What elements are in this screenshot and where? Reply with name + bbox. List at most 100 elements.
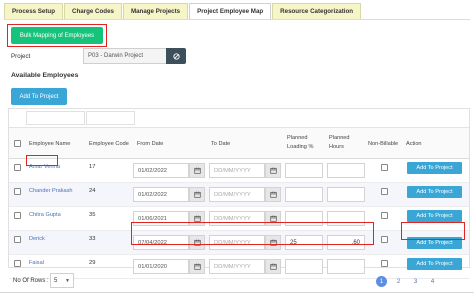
tab-bar: Process Setup Charge Codes Manage Projec…: [4, 3, 362, 19]
employee-name-link[interactable]: Faisal: [29, 260, 44, 266]
col-planned-loading-line2: Loading %: [287, 144, 314, 150]
page-3-button[interactable]: 3: [410, 276, 421, 287]
project-field[interactable]: P03 - Darwin Project: [83, 48, 166, 64]
row-checkbox[interactable]: [14, 164, 21, 171]
row-checkbox[interactable]: [14, 260, 21, 267]
add-to-project-button[interactable]: Add To Project: [11, 88, 67, 105]
from-date-calendar-button[interactable]: [189, 259, 205, 274]
calendar-icon: [193, 263, 201, 270]
row-add-to-project-button[interactable]: Add To Project: [407, 258, 462, 270]
col-employee-name[interactable]: Employee Name: [29, 140, 70, 148]
planned-loading-input[interactable]: 25: [285, 235, 323, 250]
filter-employee-code[interactable]: [86, 111, 135, 125]
planned-hours-input[interactable]: .60: [327, 235, 365, 250]
filter-row: [9, 109, 469, 127]
from-date-calendar-button[interactable]: [189, 163, 205, 178]
table-row: Chander Prakash 24 01/02/2022 DD/MM/YYYY Add…: [9, 183, 469, 207]
planned-hours-input[interactable]: [327, 163, 365, 178]
calendar-icon: [269, 215, 277, 222]
tab-manage-projects[interactable]: Manage Projects: [122, 3, 189, 19]
row-checkbox[interactable]: [14, 212, 21, 219]
col-planned-loading-line1: Planned: [287, 135, 308, 141]
col-non-billable: Non-Billable: [368, 141, 399, 147]
from-date-input[interactable]: 07/04/2022: [133, 235, 189, 250]
tab-project-employee-map[interactable]: Project Employee Map: [189, 3, 272, 19]
planned-loading-input[interactable]: [285, 259, 323, 274]
employee-name-link[interactable]: Derick: [29, 236, 45, 242]
planned-loading-input[interactable]: [285, 187, 323, 202]
employee-code: 33: [89, 236, 96, 242]
col-employee-code[interactable]: Employee Code: [89, 140, 129, 148]
employee-code: 29: [89, 260, 96, 266]
non-billable-checkbox[interactable]: [381, 188, 388, 195]
employee-code: 17: [89, 164, 96, 170]
from-date-input[interactable]: 01/06/2021: [133, 211, 189, 226]
select-all-checkbox[interactable]: [14, 140, 21, 147]
calendar-icon: [269, 263, 277, 270]
clear-project-button[interactable]: [166, 48, 186, 64]
row-add-to-project-button[interactable]: Add To Project: [407, 162, 462, 174]
to-date-calendar-button[interactable]: [265, 235, 281, 250]
from-date-input[interactable]: 01/01/2020: [133, 259, 189, 274]
bottom-divider: [0, 292, 474, 293]
col-to-date[interactable]: To Date: [211, 140, 230, 148]
employee-table: Employee Name Employee Code From Date To…: [8, 108, 470, 279]
planned-hours-input[interactable]: [327, 211, 365, 226]
planned-hours-input[interactable]: [327, 259, 365, 274]
to-date-input[interactable]: DD/MM/YYYY: [209, 235, 265, 250]
filter-employee-name[interactable]: [26, 111, 85, 125]
col-from-date[interactable]: From Date: [137, 140, 163, 148]
page-4-button[interactable]: 4: [427, 276, 438, 287]
to-date-calendar-button[interactable]: [265, 211, 281, 226]
calendar-icon: [269, 239, 277, 246]
non-billable-checkbox[interactable]: [381, 236, 388, 243]
tab-charge-codes[interactable]: Charge Codes: [64, 3, 122, 19]
row-checkbox[interactable]: [14, 188, 21, 195]
to-date-input[interactable]: DD/MM/YYYY: [209, 211, 265, 226]
rows-per-page-value: 5: [54, 277, 58, 284]
from-date-calendar-button[interactable]: [189, 235, 205, 250]
available-employees-title: Available Employees: [11, 72, 79, 79]
row-add-to-project-button[interactable]: Add To Project: [407, 237, 462, 249]
to-date-input[interactable]: DD/MM/YYYY: [209, 163, 265, 178]
page-2-button[interactable]: 2: [393, 276, 404, 287]
to-date-calendar-button[interactable]: [265, 259, 281, 274]
non-billable-checkbox[interactable]: [381, 260, 388, 267]
from-date-input[interactable]: 01/02/2022: [133, 187, 189, 202]
project-label: Project: [11, 53, 31, 60]
planned-loading-input[interactable]: [285, 163, 323, 178]
col-planned-hours-line2: Hours: [329, 144, 344, 150]
table-row: Chitra Gupta 35 01/06/2021 DD/MM/YYYY Add To…: [9, 207, 469, 231]
page-1-button[interactable]: 1: [376, 276, 387, 287]
clear-icon: [172, 52, 180, 60]
to-date-input[interactable]: DD/MM/YYYY: [209, 259, 265, 274]
calendar-icon: [193, 239, 201, 246]
row-add-to-project-button[interactable]: Add To Project: [407, 210, 462, 222]
non-billable-checkbox[interactable]: [381, 212, 388, 219]
planned-hours-input[interactable]: [327, 187, 365, 202]
from-date-calendar-button[interactable]: [189, 187, 205, 202]
row-add-to-project-button[interactable]: Add To Project: [407, 186, 462, 198]
tab-resource-categorization[interactable]: Resource Categorization: [272, 3, 362, 19]
non-billable-checkbox[interactable]: [381, 164, 388, 171]
row-checkbox[interactable]: [14, 236, 21, 243]
calendar-icon: [193, 215, 201, 222]
tab-divider: [4, 19, 470, 20]
employee-name-link[interactable]: Amar Verma: [29, 164, 60, 170]
employee-name-link[interactable]: Chitra Gupta: [29, 212, 61, 218]
col-planned-hours-line1: Planned: [329, 135, 350, 141]
bulk-mapping-button[interactable]: Bulk Mapping of Employees: [11, 27, 103, 44]
from-date-calendar-button[interactable]: [189, 211, 205, 226]
planned-loading-input[interactable]: [285, 211, 323, 226]
rows-per-page-select[interactable]: 5 ▼: [50, 273, 74, 288]
to-date-calendar-button[interactable]: [265, 163, 281, 178]
employee-name-link[interactable]: Chander Prakash: [29, 188, 73, 194]
employee-code: 35: [89, 212, 96, 218]
from-date-input[interactable]: 01/02/2022: [133, 163, 189, 178]
to-date-calendar-button[interactable]: [265, 187, 281, 202]
rows-label: No Of Rows :: [13, 278, 49, 284]
tab-process-setup[interactable]: Process Setup: [4, 3, 63, 19]
calendar-icon: [193, 191, 201, 198]
to-date-input[interactable]: DD/MM/YYYY: [209, 187, 265, 202]
table-header: Employee Name Employee Code From Date To…: [9, 127, 469, 159]
